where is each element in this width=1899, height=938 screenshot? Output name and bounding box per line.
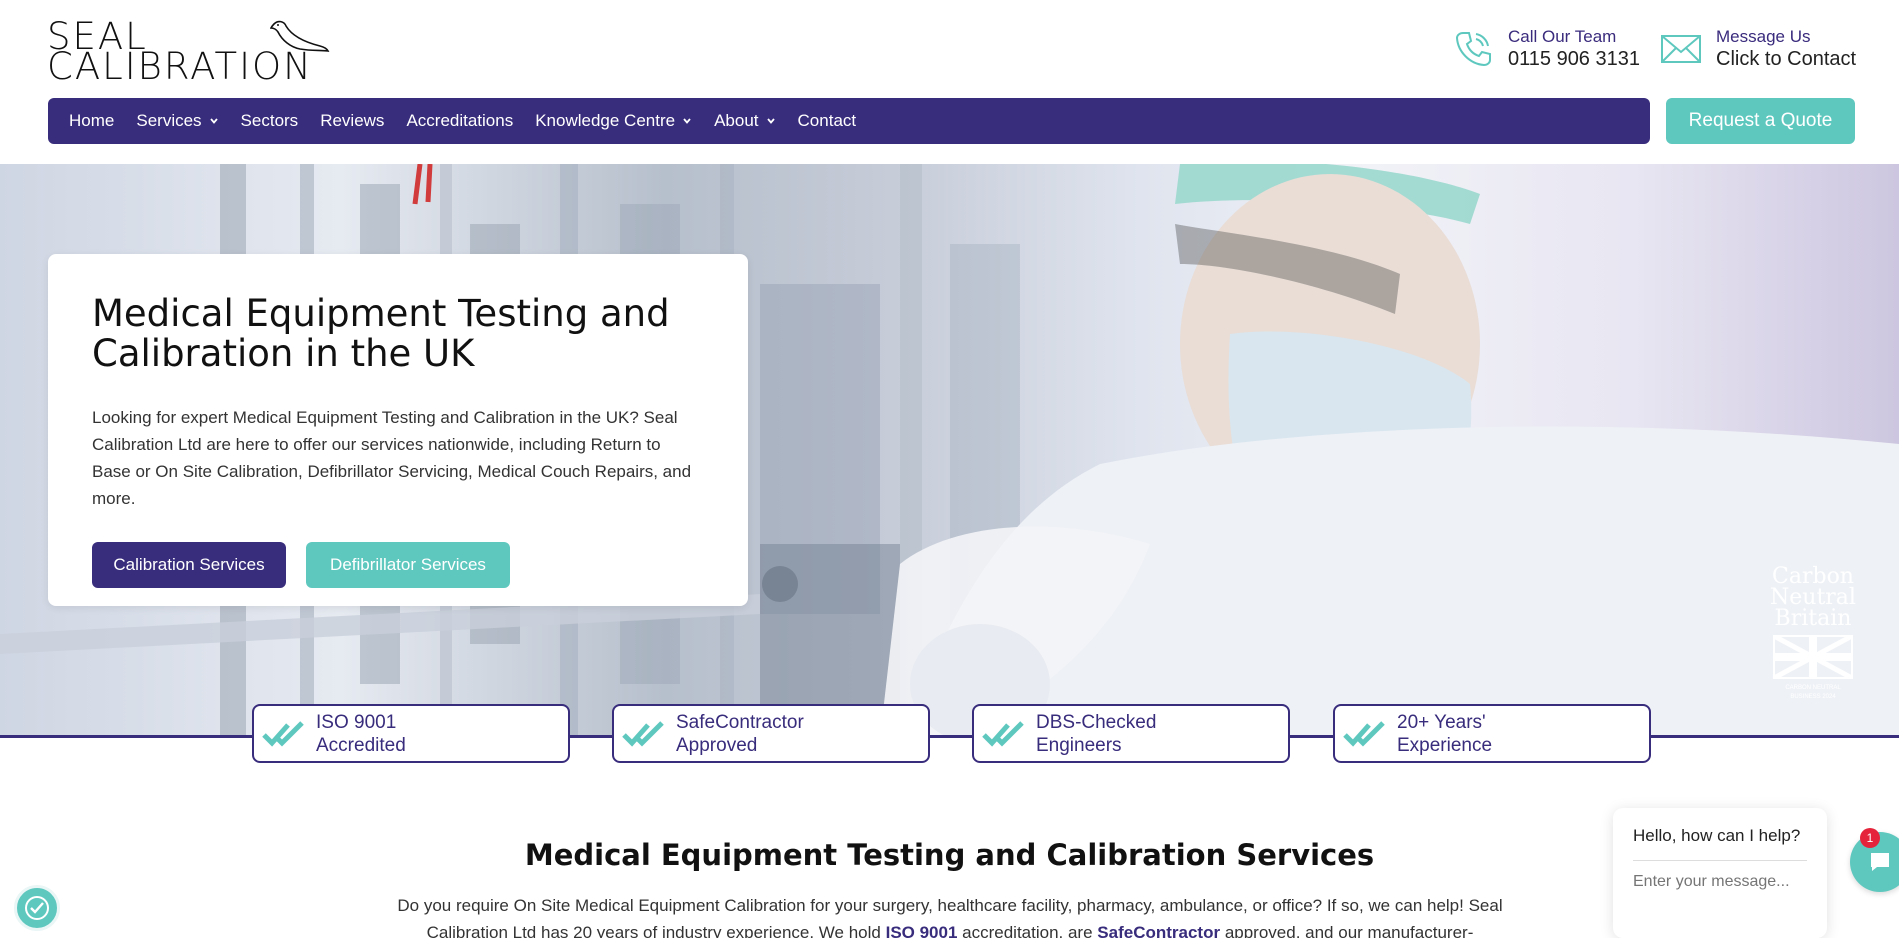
trust-line: Experience [1397,734,1493,756]
chevron-down-icon [683,118,691,124]
trust-line: SafeContractor [676,711,804,733]
services-text-part: accreditation, are [957,923,1098,938]
call-our-team[interactable]: Call Our Team 0115 906 3131 [1452,26,1640,71]
chat-divider [1633,860,1807,861]
mail-icon [1660,28,1702,70]
double-check-icon [262,720,304,747]
chat-popup: Hello, how can I help? [1613,808,1827,938]
badge-line: Carbon [1772,564,1854,589]
trust-line: 20+ Years' [1397,711,1486,733]
nav-item-sectors[interactable]: Sectors [241,111,299,131]
logo-text-calibration: CALIBRATION [47,45,313,88]
carbon-neutral-britain-badge: Carbon Neutral Britain CARBON NEUTRAL BU… [1770,566,1856,701]
call-label: Call Our Team [1508,27,1617,46]
chevron-down-icon [766,118,775,124]
contact-link[interactable]: Click to Contact [1716,47,1856,71]
defibrillator-services-button[interactable]: Defibrillator Services [306,542,510,588]
nav-item-about[interactable]: About [714,111,775,131]
trust-line: Approved [676,734,758,756]
double-check-icon [982,720,1024,747]
hero-card: Medical Equipment Testing and Calibratio… [48,254,748,606]
nav-item-label: Reviews [320,111,385,130]
nav-item-label: Accreditations [406,111,514,130]
badge-subtext: CARBON NEUTRAL [1785,685,1841,691]
iso-9001-link[interactable]: ISO 9001 [886,923,958,938]
badge-subtext: BUSINESS 2024 [1790,694,1836,700]
nav-item-label: Services [136,111,202,130]
chat-message-input[interactable] [1633,873,1803,891]
message-us[interactable]: Message Us Click to Contact [1660,26,1856,71]
nav-item-home[interactable]: Home [69,111,114,131]
trust-badge-iso: ISO 9001 Accredited [252,704,570,763]
site-logo[interactable]: SEAL CALIBRATION [47,18,361,88]
chevron-down-icon [209,118,218,124]
calibration-services-button[interactable]: Calibration Services [92,542,286,588]
services-text-part: approved, and our manufacturer- [1220,923,1474,938]
chat-notification-badge: 1 [1860,828,1880,848]
union-flag-icon [1772,633,1854,681]
badge-line: Britain [1774,606,1852,631]
trust-line: Accredited [316,734,406,756]
trust-badge-safecontractor: SafeContractor Approved [612,704,930,763]
nav-item-label: Contact [797,111,857,130]
nav-item-label: Sectors [240,111,299,130]
nav-item-label: Home [69,111,115,130]
badge-line: Neutral [1770,585,1856,610]
trust-badge-experience: 20+ Years' Experience [1333,704,1651,763]
nav-item-services[interactable]: Services [136,111,218,131]
nav-item-accreditations[interactable]: Accreditations [406,111,513,131]
hero-title: Medical Equipment Testing and Calibratio… [92,292,670,375]
nav-item-reviews[interactable]: Reviews [320,111,384,131]
trust-line: ISO 9001 [316,711,397,733]
main-nav: Home Services Sectors Reviews Accreditat… [48,98,1650,144]
services-intro: Do you require On Site Medical Equipment… [390,892,1510,938]
request-quote-button[interactable]: Request a Quote [1666,98,1855,144]
nav-item-knowledge-centre[interactable]: Knowledge Centre [535,111,692,131]
seal-logo-icon [270,20,330,52]
accessibility-icon [25,896,49,920]
trust-line: Engineers [1036,734,1122,756]
message-label: Message Us [1716,27,1811,46]
chat-bubble-icon [1871,853,1889,871]
nav-item-contact[interactable]: Contact [798,111,857,131]
hero-description: Looking for expert Medical Equipment Tes… [92,408,692,508]
trust-badge-dbs: DBS-Checked Engineers [972,704,1290,763]
safecontractor-link[interactable]: SafeContractor [1097,923,1220,938]
trust-line: DBS-Checked [1036,711,1157,733]
accessibility-button[interactable] [14,885,60,931]
double-check-icon [622,720,664,747]
phone-icon [1452,28,1494,70]
double-check-icon [1343,720,1385,747]
nav-item-label: About [714,111,759,130]
nav-item-label: Knowledge Centre [535,111,676,130]
phone-number[interactable]: 0115 906 3131 [1508,47,1640,71]
chat-greeting: Hello, how can I help? [1633,826,1801,845]
